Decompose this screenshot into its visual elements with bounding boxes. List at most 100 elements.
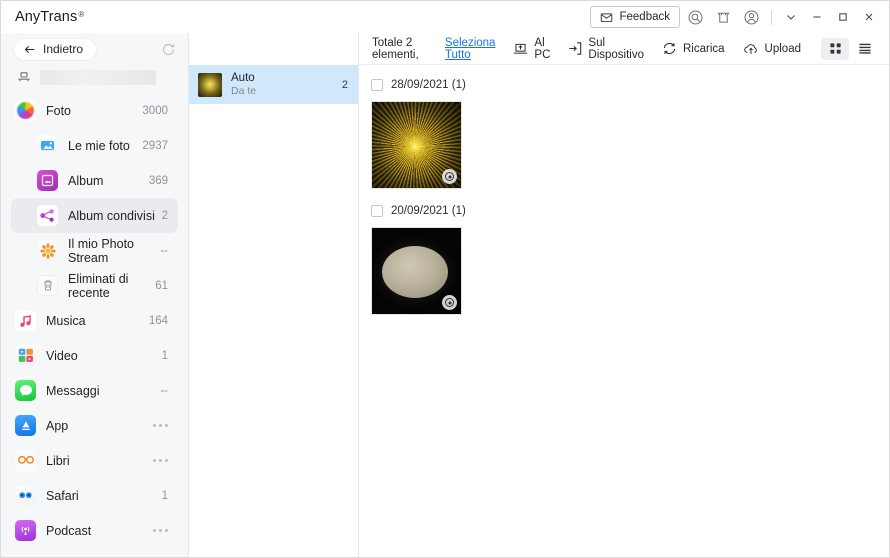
photo-group-header: 28/09/2021 (1) bbox=[365, 73, 889, 97]
sidebar-item-label: Musica bbox=[46, 313, 86, 328]
books-icon bbox=[15, 450, 36, 471]
photo-stream-icon bbox=[37, 240, 58, 261]
gift-icon[interactable] bbox=[710, 4, 736, 30]
photo-row bbox=[365, 97, 889, 199]
sidebar-item-libri[interactable]: ►Libri bbox=[11, 443, 178, 478]
live-photo-badge bbox=[442, 169, 457, 184]
view-toggle-group bbox=[821, 37, 879, 60]
sidebar-item-count: 1 bbox=[161, 489, 168, 502]
podcast-icon bbox=[15, 520, 36, 541]
total-items-label: Totale 2 elementi, bbox=[372, 36, 419, 61]
chevron-down-icon[interactable] bbox=[779, 4, 803, 30]
list-view-icon[interactable] bbox=[851, 38, 879, 60]
sidebar-item-safari[interactable]: ►Safari1 bbox=[11, 478, 178, 513]
album-count: 2 bbox=[341, 78, 348, 91]
upload-cloud-icon bbox=[743, 42, 759, 56]
export-to-pc-icon bbox=[513, 42, 528, 56]
sidebar-item-count: 2937 bbox=[142, 139, 168, 152]
sidebar-item-count: 1 bbox=[161, 349, 168, 362]
redacted-device-name bbox=[40, 69, 156, 85]
sidebar-item-count: 3000 bbox=[142, 104, 168, 117]
export-to-pc-button[interactable]: Al PC bbox=[506, 36, 557, 61]
sidebar-item-eliminati-di-recente[interactable]: Eliminati di recente 61 bbox=[11, 268, 178, 303]
photo-thumbnail[interactable] bbox=[371, 227, 462, 315]
sidebar-item-count: 164 bbox=[148, 314, 168, 327]
group-select-checkbox[interactable] bbox=[371, 205, 383, 217]
photo-row bbox=[365, 223, 889, 325]
arrow-left-icon bbox=[24, 45, 35, 53]
more-options-icon[interactable] bbox=[153, 459, 178, 462]
feedback-label: Feedback bbox=[619, 11, 670, 23]
album-list-panel: Auto Da te 2 bbox=[189, 33, 359, 557]
title-bar: AnyTrans ® Feedback bbox=[1, 1, 889, 33]
upload-button[interactable]: Upload bbox=[736, 37, 808, 60]
device-icon bbox=[18, 72, 30, 82]
account-icon[interactable] bbox=[738, 4, 764, 30]
sidebar-item-podcast[interactable]: Podcast bbox=[11, 513, 178, 548]
album-list-item[interactable]: Auto Da te 2 bbox=[189, 65, 358, 104]
reload-button[interactable]: Ricarica bbox=[655, 37, 732, 60]
toolbar-actions: Al PC Sul Dispositivo Ricarica Upload bbox=[506, 36, 879, 61]
app-store-icon bbox=[15, 415, 36, 436]
album-thumbnail bbox=[198, 72, 222, 97]
sidebar-item-count: -- bbox=[160, 244, 168, 257]
to-device-label: Sul Dispositivo bbox=[588, 36, 645, 61]
group-select-checkbox[interactable] bbox=[371, 79, 383, 91]
sidebar-item-messaggi[interactable]: Messaggi -- bbox=[11, 373, 178, 408]
sidebar-item-label: Album bbox=[68, 173, 104, 188]
sidebar-item-label: Video bbox=[46, 348, 78, 363]
sidebar-item-label: Foto bbox=[46, 103, 72, 118]
back-label: Indietro bbox=[43, 42, 84, 56]
trash-icon bbox=[37, 275, 58, 296]
photos-icon bbox=[15, 100, 36, 121]
search-icon[interactable] bbox=[682, 4, 708, 30]
sidebar-item-count: 369 bbox=[148, 174, 168, 187]
video-icon bbox=[15, 345, 36, 366]
sidebar-item-label: Libri bbox=[46, 453, 70, 468]
sidebar-item-video[interactable]: ►Video1 bbox=[11, 338, 178, 373]
upload-label: Upload bbox=[764, 42, 801, 55]
content-area: Totale 2 elementi, Seleziona Tutto Al PC bbox=[359, 33, 889, 557]
to-device-icon bbox=[568, 41, 582, 56]
maximize-button[interactable] bbox=[831, 4, 855, 30]
divider bbox=[771, 9, 772, 25]
sidebar-item-il-mio-photo-stream[interactable]: Il mio Photo Stream -- bbox=[11, 233, 178, 268]
music-icon bbox=[15, 310, 36, 331]
titlebar-controls: Feedback bbox=[590, 4, 881, 30]
sidebar-item-le-mie-foto[interactable]: Le mie foto 2937 bbox=[11, 128, 178, 163]
minimize-button[interactable] bbox=[805, 4, 829, 30]
more-options-icon[interactable] bbox=[153, 424, 178, 427]
connected-device-row[interactable] bbox=[1, 65, 188, 91]
app-title: AnyTrans bbox=[15, 9, 78, 25]
sidebar-item-app[interactable]: App bbox=[11, 408, 178, 443]
anytrans-window: AnyTrans ® Feedback Indietro Foto 3000 L… bbox=[0, 0, 890, 558]
more-options-icon[interactable] bbox=[153, 529, 178, 532]
main-area: Indietro ▼Foto3000Le mie foto2937Album36… bbox=[1, 33, 889, 557]
refresh-icon[interactable] bbox=[161, 42, 176, 57]
sidebar-item-album-condivisi[interactable]: Album condivisi 2 bbox=[11, 198, 178, 233]
messages-icon bbox=[15, 380, 36, 401]
sidebar-item-musica[interactable]: ►Musica164 bbox=[11, 303, 178, 338]
sidebar-item-album[interactable]: Album 369 bbox=[11, 163, 178, 198]
photo-group-date: 28/09/2021 (1) bbox=[391, 79, 466, 91]
to-device-button[interactable]: Sul Dispositivo bbox=[561, 36, 651, 61]
close-button[interactable] bbox=[857, 4, 881, 30]
photo-group-header: 20/09/2021 (1) bbox=[365, 199, 889, 223]
grid-view-icon[interactable] bbox=[821, 37, 849, 60]
album-name: Auto bbox=[231, 71, 255, 84]
sidebar-item-label: Eliminati di recente bbox=[68, 271, 129, 300]
shared-album-icon bbox=[37, 205, 58, 226]
select-all-link[interactable]: Seleziona Tutto bbox=[445, 37, 507, 61]
export-to-pc-label: Al PC bbox=[534, 36, 551, 61]
sidebar-item-label: Safari bbox=[46, 488, 79, 503]
photo-thumbnail[interactable] bbox=[371, 101, 462, 189]
feedback-button[interactable]: Feedback bbox=[590, 6, 680, 28]
sidebar-header: Indietro bbox=[1, 33, 188, 65]
photo-group-date: 20/09/2021 (1) bbox=[391, 205, 466, 217]
my-photos-icon bbox=[37, 135, 58, 156]
sidebar: Indietro ▼Foto3000Le mie foto2937Album36… bbox=[1, 33, 189, 557]
safari-icon bbox=[15, 485, 36, 506]
back-button[interactable]: Indietro bbox=[13, 37, 98, 61]
sidebar-item-label: Il mio Photo Stream bbox=[68, 236, 135, 265]
sidebar-item-foto[interactable]: ▼Foto3000 bbox=[11, 93, 178, 128]
